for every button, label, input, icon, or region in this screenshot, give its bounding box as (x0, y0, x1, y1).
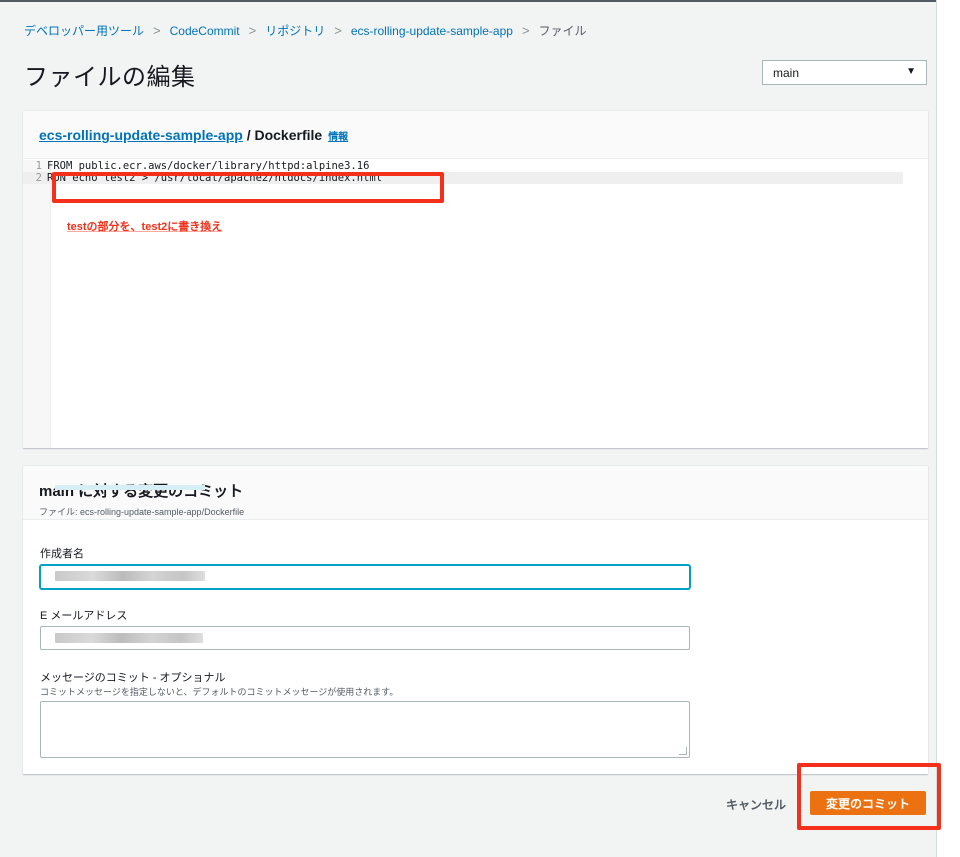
caret-down-icon: ▼ (906, 66, 916, 77)
line-text[interactable]: FROM public.ecr.aws/docker/library/httpd… (47, 160, 369, 172)
file-editor-panel: ecs-rolling-update-sample-app / Dockerfi… (23, 110, 928, 448)
commit-header: main に対する変更のコミット ファイル: ecs-rolling-updat… (23, 466, 928, 520)
line-number: 2 (35, 172, 42, 184)
email-label: E メールアドレス (40, 610, 128, 622)
redacted-overflow (55, 485, 205, 490)
annotation-note: testの部分を、test2に書き換え (67, 221, 223, 233)
breadcrumb: デベロッパー用ツール > CodeCommit > リポジトリ > ecs-ro… (24, 22, 587, 39)
annotation-highlight-box (52, 172, 444, 203)
commit-subtitle: ファイル: ecs-rolling-update-sample-app/Dock… (39, 507, 245, 517)
breadcrumb-repositories[interactable]: リポジトリ (265, 22, 325, 39)
breadcrumb-separator-icon: > (153, 23, 161, 38)
right-edge (936, 0, 960, 857)
line-number: 1 (35, 160, 42, 172)
editor-repo-link[interactable]: ecs-rolling-update-sample-app (39, 127, 243, 143)
breadcrumb-repo[interactable]: ecs-rolling-update-sample-app (351, 24, 513, 38)
breadcrumb-developer-tools[interactable]: デベロッパー用ツール (24, 22, 144, 39)
breadcrumb-separator-icon: > (248, 23, 257, 38)
editor-file-path: / Dockerfile (242, 127, 323, 143)
code-gutter (23, 160, 51, 448)
commit-message-description: コミットメッセージを指定しないと、デフォルトのコミットメッセージが使用されます。 (40, 687, 399, 697)
branch-select[interactable]: main ▼ (762, 60, 927, 85)
commit-panel: main に対する変更のコミット ファイル: ecs-rolling-updat… (23, 465, 928, 774)
code-line[interactable]: 1 FROM public.ecr.aws/docker/library/htt… (23, 160, 903, 172)
redacted-author-name (55, 571, 205, 581)
page-title: ファイルの編集 (24, 64, 196, 91)
commit-message-label: メッセージのコミット - オプショナル (40, 672, 226, 684)
email-field[interactable] (40, 626, 690, 650)
info-link[interactable]: 情報 (328, 132, 348, 143)
breadcrumb-separator-icon: > (334, 23, 342, 38)
top-border (0, 0, 936, 2)
commit-message-textarea[interactable] (40, 701, 690, 758)
commit-title: main に対する変更のコミット (39, 483, 244, 500)
editor-header: ecs-rolling-update-sample-app / Dockerfi… (23, 111, 928, 159)
cancel-button[interactable]: キャンセル (716, 794, 796, 815)
breadcrumb-codecommit[interactable]: CodeCommit (170, 24, 240, 38)
author-name-field[interactable] (40, 565, 690, 589)
resize-handle-icon[interactable] (679, 747, 687, 755)
author-name-label: 作成者名 (40, 548, 84, 560)
branch-select-value: main (773, 66, 800, 80)
breadcrumb-separator-icon: > (521, 23, 530, 38)
redacted-email (55, 633, 203, 643)
breadcrumb-current: ファイル (538, 24, 587, 38)
annotation-highlight-box (797, 763, 941, 830)
